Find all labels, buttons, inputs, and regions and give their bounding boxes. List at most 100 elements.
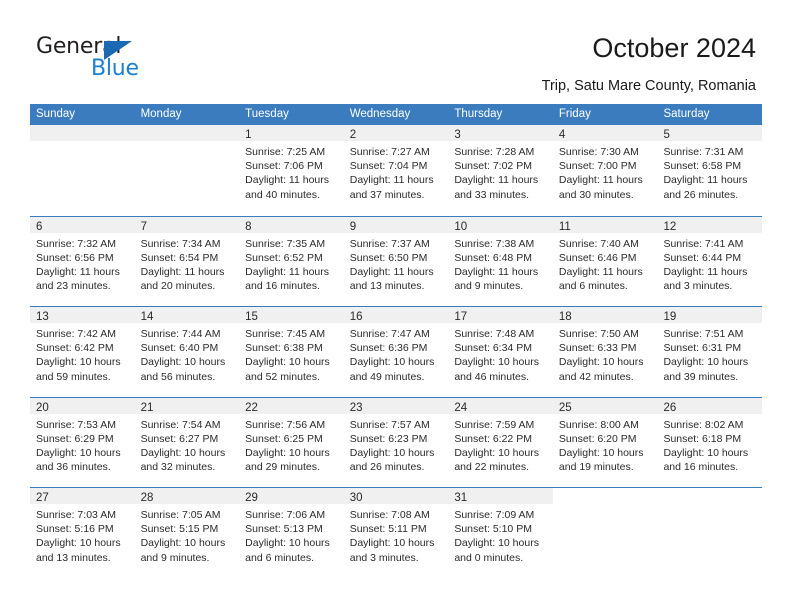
day-cell[interactable]: 10 Sunrise: 7:38 AM Sunset: 6:48 PM Dayligh… <box>448 216 553 307</box>
day-number-band: 18 <box>552 307 658 323</box>
day-number-band: 3 <box>448 125 553 141</box>
daylight-text-cont: and 9 minutes. <box>454 280 524 293</box>
day-cell[interactable]: 18 Sunrise: 7:50 AM Sunset: 6:33 PM Dayligh… <box>552 307 658 397</box>
day-cell[interactable]: 30 Sunrise: 7:08 AM Sunset: 5:11 PM Dayligh… <box>343 488 449 578</box>
day-number: 14 <box>140 311 154 323</box>
day-details: Sunrise: 8:02 AM Sunset: 6:18 PM Daylight:… <box>657 414 762 475</box>
day-cell[interactable]: 29 Sunrise: 7:06 AM Sunset: 5:13 PM Dayligh… <box>239 488 344 578</box>
day-cell[interactable]: 6 Sunrise: 7:32 AM Sunset: 6:56 PM Daylight… <box>30 216 135 307</box>
day-cell[interactable]: 11 Sunrise: 7:40 AM Sunset: 6:46 PM Dayligh… <box>552 216 658 307</box>
day-cell[interactable]: 3 Sunrise: 7:28 AM Sunset: 7:02 PM Daylight… <box>448 125 553 216</box>
day-number: 12 <box>663 220 677 233</box>
day-details: Sunrise: 7:06 AM Sunset: 5:13 PM Daylight:… <box>239 504 344 565</box>
day-cell[interactable]: 25 Sunrise: 8:00 AM Sunset: 6:20 PM Dayligh… <box>552 397 658 488</box>
daylight-text-cont: and 3 minutes. <box>663 280 733 293</box>
daylight-text-cont: and 30 minutes. <box>558 188 634 201</box>
week-cells: 20 Sunrise: 7:53 AM Sunset: 6:29 PM Dayligh… <box>30 397 763 488</box>
daylight-text-cont: and 16 minutes. <box>663 461 739 474</box>
day-number-band <box>657 488 762 504</box>
day-details: Sunrise: 7:30 AM Sunset: 7:00 PM Daylight:… <box>553 141 658 202</box>
day-cell[interactable]: 19 Sunrise: 7:51 AM Sunset: 6:31 PM Dayligh… <box>657 307 763 397</box>
sunrise-text: Sunrise: 7:40 AM <box>558 237 639 250</box>
daylight-text: Daylight: 10 hours <box>140 356 226 369</box>
daylight-text: Daylight: 10 hours <box>663 446 749 459</box>
day-cell[interactable]: 1 Sunrise: 7:25 AM Sunset: 7:06 PM Daylight… <box>239 125 344 216</box>
day-details: Sunrise: 7:38 AM Sunset: 6:48 PM Daylight:… <box>448 233 553 294</box>
day-cell[interactable]: 15 Sunrise: 7:45 AM Sunset: 6:38 PM Dayligh… <box>239 307 344 397</box>
week-cells: 6 Sunrise: 7:32 AM Sunset: 6:56 PM Daylight… <box>30 216 763 307</box>
empty-day-cell <box>134 125 240 216</box>
daylight-text: Daylight: 10 hours <box>558 356 644 369</box>
sunrise-text: Sunrise: 7:25 AM <box>245 146 326 158</box>
sunset-text: Sunset: 6:34 PM <box>454 342 532 355</box>
day-details: Sunrise: 7:53 AM Sunset: 6:29 PM Daylight:… <box>30 414 135 475</box>
daylight-text-cont: and 22 minutes. <box>454 461 530 474</box>
day-cell[interactable]: 2 Sunrise: 7:27 AM Sunset: 7:04 PM Daylight… <box>343 125 449 216</box>
day-number-band: 1 <box>239 125 344 141</box>
day-cell[interactable]: 23 Sunrise: 7:57 AM Sunset: 6:23 PM Dayligh… <box>343 397 449 488</box>
sunset-text: Sunset: 7:04 PM <box>349 160 428 173</box>
daylight-text: Daylight: 10 hours <box>245 446 330 459</box>
sunset-text: Sunset: 5:11 PM <box>349 523 427 536</box>
sunrise-text: Sunrise: 7:08 AM <box>349 509 430 521</box>
sunset-text: Sunset: 6:48 PM <box>454 251 532 264</box>
empty-day-cell <box>657 488 762 578</box>
weekday-header-wednesday: Wednesday <box>349 108 411 120</box>
day-number-band: 19 <box>657 307 763 323</box>
day-number: 7 <box>140 220 147 233</box>
day-number-band: 24 <box>448 397 553 414</box>
day-number-band: 8 <box>239 216 344 233</box>
day-cell[interactable]: 17 Sunrise: 7:48 AM Sunset: 6:34 PM Dayligh… <box>448 307 553 397</box>
daylight-text-cont: and 59 minutes. <box>36 370 111 383</box>
sunset-text: Sunset: 6:56 PM <box>36 251 114 264</box>
day-cell[interactable]: 5 Sunrise: 7:31 AM Sunset: 6:58 PM Daylight… <box>657 125 763 216</box>
day-details: Sunrise: 7:47 AM Sunset: 6:36 PM Daylight:… <box>344 323 449 384</box>
day-cell[interactable]: 9 Sunrise: 7:37 AM Sunset: 6:50 PM Daylight… <box>343 216 449 307</box>
day-details: Sunrise: 7:32 AM Sunset: 6:56 PM Daylight:… <box>30 233 135 294</box>
day-details: Sunrise: 7:31 AM Sunset: 6:58 PM Daylight:… <box>657 141 762 202</box>
daylight-text-cont: and 16 minutes. <box>245 280 320 293</box>
sunset-text: Sunset: 7:02 PM <box>454 160 532 173</box>
day-details: Sunrise: 7:37 AM Sunset: 6:50 PM Daylight:… <box>344 233 449 294</box>
daylight-text-cont: and 33 minutes. <box>454 188 530 201</box>
day-cell[interactable]: 14 Sunrise: 7:44 AM Sunset: 6:40 PM Dayligh… <box>134 307 240 397</box>
day-cell[interactable]: 31 Sunrise: 7:09 AM Sunset: 5:10 PM Dayligh… <box>448 488 553 578</box>
day-number-band: 14 <box>134 307 240 323</box>
day-details: Sunrise: 7:50 AM Sunset: 6:33 PM Daylight:… <box>553 323 658 384</box>
day-cell[interactable]: 20 Sunrise: 7:53 AM Sunset: 6:29 PM Dayligh… <box>30 397 135 488</box>
daylight-text-cont: and 20 minutes. <box>140 280 216 293</box>
daylight-text: Daylight: 11 hours <box>558 174 643 187</box>
day-cell[interactable]: 27 Sunrise: 7:03 AM Sunset: 5:16 PM Dayligh… <box>30 488 135 578</box>
day-cell[interactable]: 21 Sunrise: 7:54 AM Sunset: 6:27 PM Dayligh… <box>134 397 240 488</box>
daylight-text-cont: and 49 minutes. <box>349 370 425 383</box>
sunrise-text: Sunrise: 7:27 AM <box>349 146 430 158</box>
day-cell[interactable]: 16 Sunrise: 7:47 AM Sunset: 6:36 PM Dayligh… <box>343 307 449 397</box>
sunset-text: Sunset: 6:58 PM <box>663 160 742 173</box>
day-number: 3 <box>454 129 461 141</box>
sunrise-text: Sunrise: 7:09 AM <box>454 509 535 521</box>
sunset-text: Sunset: 6:46 PM <box>558 251 637 264</box>
daylight-text-cont: and 29 minutes. <box>245 461 320 474</box>
day-number-band: 15 <box>239 307 344 323</box>
day-cell[interactable]: 24 Sunrise: 7:59 AM Sunset: 6:22 PM Dayligh… <box>448 397 553 488</box>
day-cell[interactable]: 13 Sunrise: 7:42 AM Sunset: 6:42 PM Dayligh… <box>30 307 135 397</box>
day-cell[interactable]: 12 Sunrise: 7:41 AM Sunset: 6:44 PM Dayligh… <box>657 216 763 307</box>
sunset-text: Sunset: 6:50 PM <box>349 251 428 264</box>
day-cell[interactable]: 7 Sunrise: 7:34 AM Sunset: 6:54 PM Daylight… <box>134 216 240 307</box>
sunrise-text: Sunrise: 7:38 AM <box>454 237 535 250</box>
sunset-text: Sunset: 5:15 PM <box>140 523 219 536</box>
day-cell[interactable]: 8 Sunrise: 7:35 AM Sunset: 6:52 PM Daylight… <box>239 216 344 307</box>
day-cell[interactable]: 26 Sunrise: 8:02 AM Sunset: 6:18 PM Dayligh… <box>657 397 763 488</box>
day-details: Sunrise: 7:44 AM Sunset: 6:40 PM Daylight:… <box>135 323 240 384</box>
day-cell[interactable]: 4 Sunrise: 7:30 AM Sunset: 7:00 PM Daylight… <box>552 125 658 216</box>
sunset-text: Sunset: 6:54 PM <box>140 251 219 264</box>
day-cell[interactable]: 28 Sunrise: 7:05 AM Sunset: 5:15 PM Dayligh… <box>134 488 240 578</box>
day-cell[interactable]: 22 Sunrise: 7:56 AM Sunset: 6:25 PM Dayligh… <box>239 397 344 488</box>
sunset-text: Sunset: 6:18 PM <box>663 432 742 445</box>
daylight-text-cont: and 37 minutes. <box>349 188 425 201</box>
general-blue-logo: General Blue <box>36 34 166 86</box>
day-number-band: 17 <box>448 307 553 323</box>
daylight-text: Daylight: 10 hours <box>558 446 644 459</box>
day-number-band: 30 <box>343 488 449 504</box>
page-title: October 2024 <box>592 33 756 63</box>
